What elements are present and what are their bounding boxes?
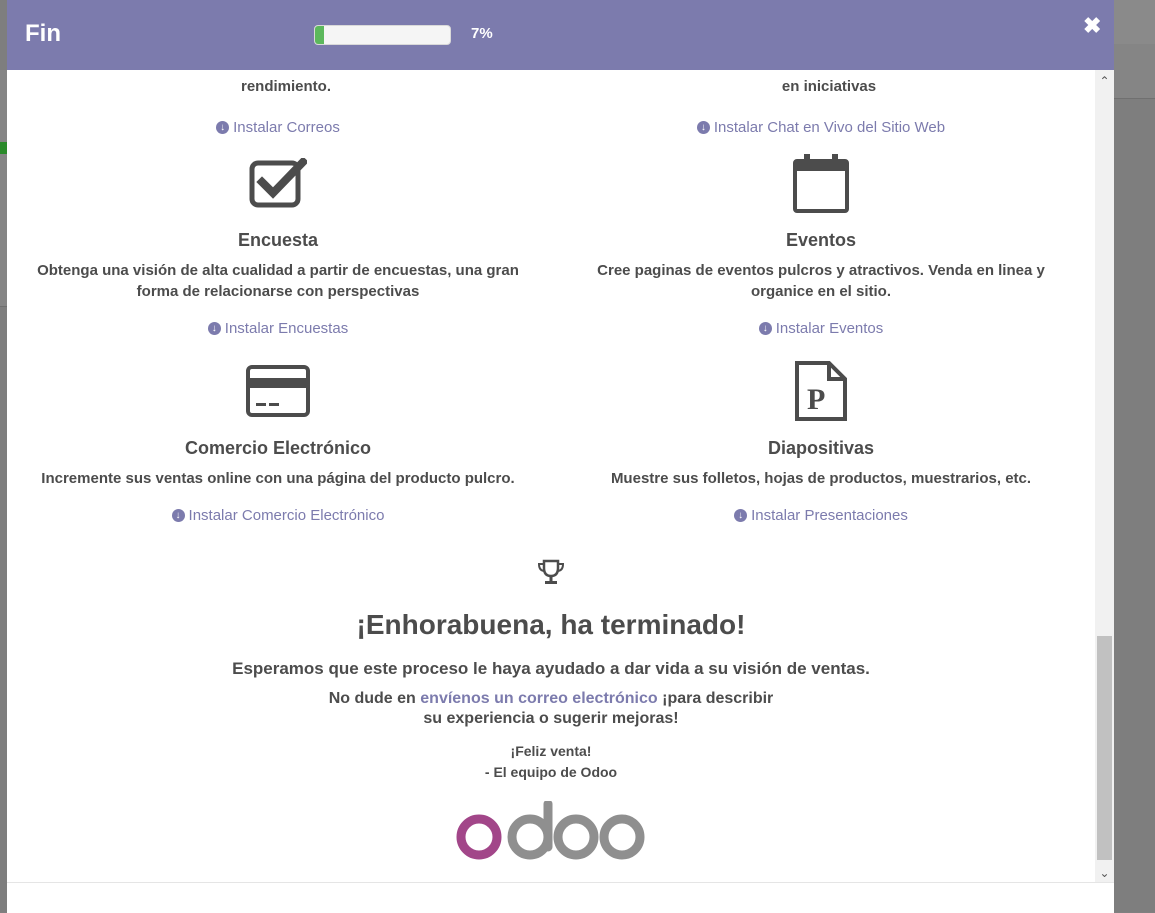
- download-icon: ↓: [171, 509, 185, 522]
- app-description-line: Cree paginas de eventos pulcros y atract…: [597, 262, 1045, 279]
- modal-title: Fin: [25, 20, 61, 47]
- install-slides-label: Instalar Presentaciones: [751, 507, 908, 524]
- app-title: Diapositivas: [767, 438, 875, 458]
- feedback-text: ¡para describir: [657, 690, 774, 707]
- install-ecommerce-label: Instalar Comercio Electrónico: [188, 507, 385, 524]
- signature-line: - El equipo de Odoo: [484, 764, 618, 780]
- app-description: Incremente sus ventas online con una pág…: [18, 468, 538, 489]
- close-button[interactable]: ✖: [1083, 13, 1101, 39]
- checkbox-icon: [18, 148, 538, 218]
- feedback-message: No dude en envíenos un correo electrónic…: [7, 689, 1095, 729]
- install-slides-link[interactable]: ↓ Instalar Presentaciones: [734, 507, 908, 524]
- modal-body[interactable]: rendimiento. en iniciativas ↓ Instalar C…: [7, 70, 1095, 882]
- progress-bar-fill: [315, 26, 325, 44]
- background-toolbar-secondary: [1114, 44, 1155, 99]
- vertical-scrollbar[interactable]: ⌃ ⌄: [1095, 70, 1114, 882]
- scrollbar-thumb[interactable]: [1097, 636, 1112, 860]
- download-icon: ↓: [207, 322, 221, 335]
- app-description: Muestre sus folletos, hojas de productos…: [561, 468, 1081, 489]
- congrats-headline: ¡Enhorabuena, ha terminado!: [356, 609, 746, 640]
- planner-modal: Fin 7% ✖ rendimiento. en iniciativas ↓ I…: [7, 0, 1114, 913]
- signature: ¡Feliz venta! - El equipo de Odoo: [7, 741, 1095, 783]
- install-ecommerce-link[interactable]: ↓ Instalar Comercio Electrónico: [171, 507, 385, 524]
- partial-app-link-left-wrap: ↓ Instalar Correos: [18, 117, 538, 136]
- install-events-label: Instalar Eventos: [775, 320, 884, 337]
- download-icon: ↓: [696, 121, 710, 134]
- calendar-icon: [561, 148, 1081, 218]
- install-events-link[interactable]: ↓ Instalar Eventos: [758, 320, 884, 337]
- modal-header: Fin 7% ✖: [7, 0, 1114, 70]
- app-card-survey: Encuesta Obtenga una visión de alta cual…: [18, 148, 538, 337]
- background-toolbar: [1114, 0, 1155, 45]
- scroll-up-icon[interactable]: ⌃: [1095, 74, 1114, 88]
- app-description-line: organice en el sitio.: [750, 283, 892, 300]
- progress-bar: [314, 25, 451, 45]
- app-title: Encuesta: [237, 230, 319, 250]
- install-mail-link[interactable]: ↓ Instalar Correos: [216, 119, 340, 136]
- trophy-icon: [7, 558, 1095, 593]
- partial-app-description-left: rendimiento.: [240, 78, 331, 95]
- partial-app-description-right: en iniciativas: [781, 78, 877, 95]
- app-title: Comercio Electrónico: [184, 438, 372, 458]
- install-survey-link[interactable]: ↓ Instalar Encuestas: [207, 320, 349, 337]
- credit-card-icon: [18, 356, 538, 426]
- slides-file-icon: P: [561, 356, 1081, 426]
- finish-section: ¡Enhorabuena, ha terminado! Esperamos qu…: [7, 558, 1095, 868]
- download-icon: ↓: [734, 509, 748, 522]
- app-description-line: Incremente sus ventas online con una pág…: [41, 470, 515, 487]
- signature-line: ¡Feliz venta!: [510, 743, 592, 759]
- app-description-line: Obtenga una visión de alta cualidad a pa…: [37, 262, 519, 279]
- install-survey-label: Instalar Encuestas: [224, 320, 349, 337]
- modal-footer: [7, 882, 1114, 913]
- feedback-text: su experiencia o sugerir mejoras!: [423, 710, 679, 727]
- svg-text:P: P: [807, 383, 825, 416]
- email-us-link[interactable]: envíenos un correo electrónico: [420, 690, 657, 707]
- download-icon: ↓: [758, 322, 772, 335]
- download-icon: ↓: [216, 121, 230, 134]
- app-card-events: Eventos Cree paginas de eventos pulcros …: [561, 148, 1081, 337]
- app-title: Eventos: [785, 230, 857, 250]
- app-description-line: forma de relacionarse con perspectivas: [136, 283, 420, 300]
- app-card-slides: P Diapositivas Muestre sus folletos, hoj…: [561, 356, 1081, 524]
- scroll-down-icon[interactable]: ⌄: [1095, 866, 1114, 880]
- app-description: Obtenga una visión de alta cualidad a pa…: [18, 260, 538, 302]
- partial-app-link-right-wrap: ↓ Instalar Chat en Vivo del Sitio Web: [561, 117, 1081, 136]
- app-description: Cree paginas de eventos pulcros y atract…: [561, 260, 1081, 302]
- progress-label: 7%: [471, 25, 493, 42]
- install-livechat-label: Instalar Chat en Vivo del Sitio Web: [713, 119, 946, 136]
- install-livechat-link[interactable]: ↓ Instalar Chat en Vivo del Sitio Web: [696, 119, 946, 136]
- feedback-text: No dude en: [328, 690, 421, 707]
- install-mail-label: Instalar Correos: [233, 119, 340, 136]
- odoo-logo: [7, 799, 1095, 868]
- app-card-ecommerce: Comercio Electrónico Incremente sus vent…: [18, 356, 538, 524]
- app-description-line: Muestre sus folletos, hojas de productos…: [610, 470, 1032, 487]
- finish-message: Esperamos que este proceso le haya ayuda…: [232, 659, 870, 678]
